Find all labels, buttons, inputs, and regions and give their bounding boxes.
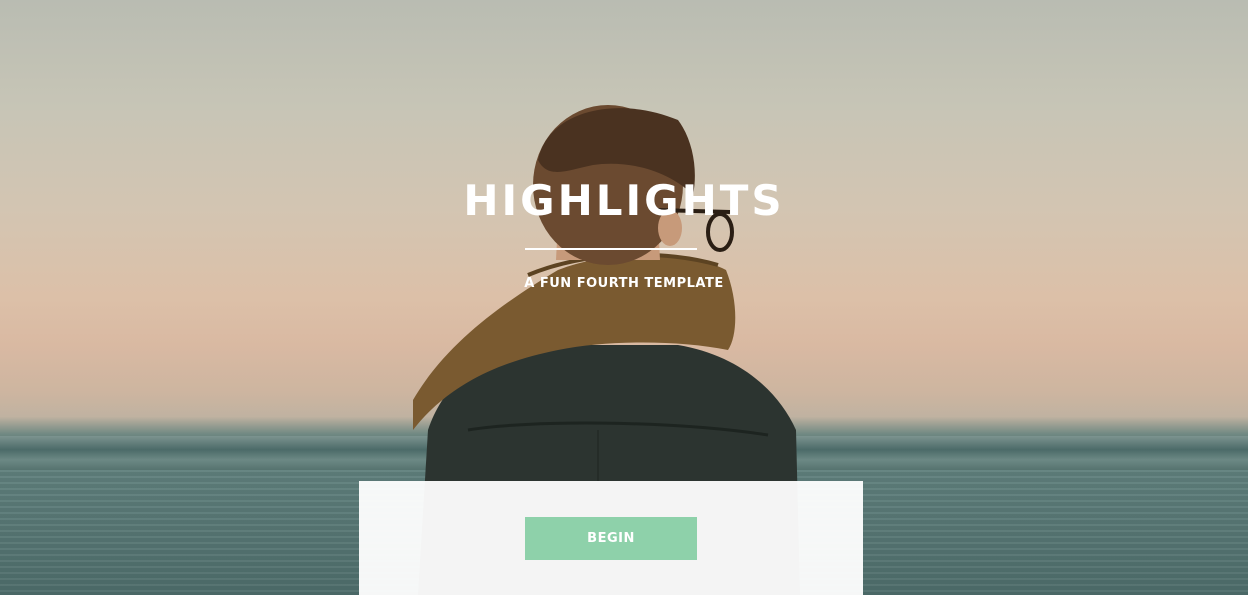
hero-subtitle: A FUN FOURTH TEMPLATE bbox=[524, 276, 724, 291]
cta-panel: BEGIN bbox=[359, 481, 863, 595]
begin-button[interactable]: BEGIN bbox=[525, 517, 697, 560]
title-divider bbox=[525, 248, 697, 250]
hero-title: HIGHLIGHTS bbox=[463, 176, 785, 225]
hero-section: HIGHLIGHTS A FUN FOURTH TEMPLATE BEGIN bbox=[0, 0, 1248, 595]
